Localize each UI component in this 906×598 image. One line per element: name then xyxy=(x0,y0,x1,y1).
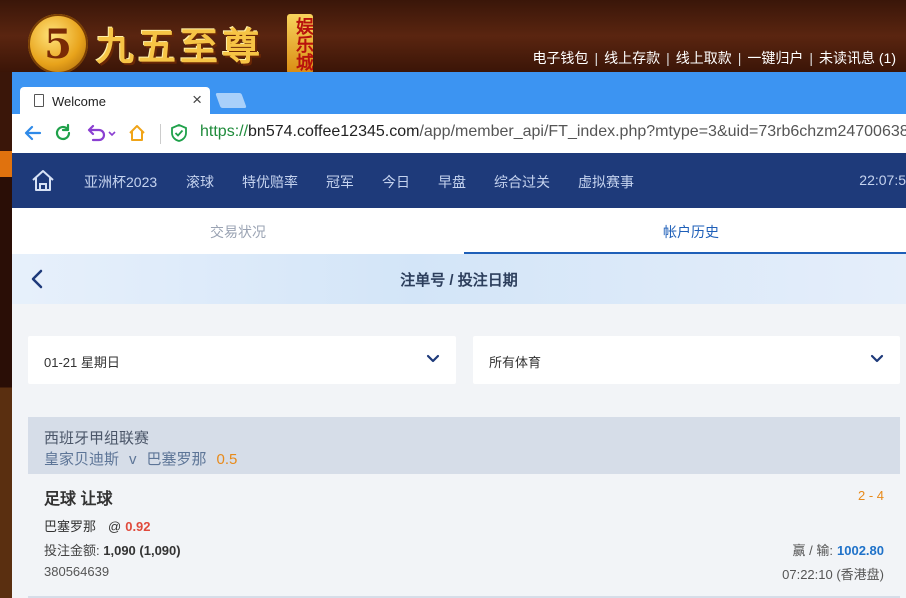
site-sidebar-edge xyxy=(0,72,12,598)
nav-outright[interactable]: 冠军 xyxy=(326,172,354,192)
tab-welcome[interactable]: Welcome × xyxy=(20,87,210,114)
document-icon xyxy=(34,94,44,107)
match-header: 西班牙甲组联赛 皇家贝迪斯 v 巴塞罗那 0.5 xyxy=(28,417,900,474)
stake-label: 投注金额: xyxy=(44,543,100,558)
reload-button[interactable] xyxy=(52,122,74,144)
league-name: 西班牙甲组联赛 xyxy=(44,430,150,447)
undo-button[interactable] xyxy=(84,122,118,144)
tab-strip: Welcome × xyxy=(12,72,906,114)
page-title: 注单号 / 投注日期 xyxy=(400,272,518,289)
date-select[interactable]: 01-21 星期日 xyxy=(28,336,456,384)
tab-transactions[interactable]: 交易状况 xyxy=(210,222,266,242)
separator: | xyxy=(666,50,670,66)
bet-selection: 巴塞罗那 @0.92 xyxy=(44,516,151,535)
stake-amount: 1,090 (1,090) xyxy=(103,543,181,558)
url-protocol: https:// xyxy=(200,123,249,140)
separator: | xyxy=(594,50,599,66)
transfer-all-link[interactable]: 一键归户 xyxy=(747,50,803,66)
tab-title: Welcome xyxy=(52,94,106,109)
logo-badge: 娱乐城 xyxy=(287,14,313,74)
back-button[interactable] xyxy=(22,122,44,144)
url-path: /app/member_api/FT_index.php?mtype=3&uid… xyxy=(419,123,906,140)
nav-best-odds[interactable]: 特优赔率 xyxy=(242,172,298,192)
nav-today[interactable]: 今日 xyxy=(382,172,410,192)
sport-select[interactable]: 所有体育 xyxy=(473,336,900,384)
home-button[interactable] xyxy=(126,122,148,144)
history-tabs: 交易状况 帐户历史 xyxy=(12,208,906,254)
wallet-link[interactable]: 电子钱包 xyxy=(532,50,588,66)
winloss-amount: 1002.80 xyxy=(837,543,884,558)
logo-icon: 5 xyxy=(28,14,88,74)
arrow-left-icon xyxy=(24,125,42,141)
winloss-row: 赢 / 输: 1002.80 xyxy=(793,540,884,559)
home-team: 皇家贝迪斯 xyxy=(44,451,120,468)
chevron-down-icon xyxy=(870,354,884,363)
vs-label: v xyxy=(129,451,137,468)
url-field[interactable]: https://bn574.coffee12345.com/app/member… xyxy=(200,123,906,141)
sportsbook-app: 亚洲杯2023 滚球 特优赔率 冠军 今日 早盘 综合过关 虚拟赛事 22:07… xyxy=(12,153,906,598)
bet-type: 足球 让球 xyxy=(44,491,113,508)
withdraw-link[interactable]: 线上取款 xyxy=(676,50,732,66)
page-header: 注单号 / 投注日期 xyxy=(12,254,906,304)
browser-window: Welcome × https://bn574.coffee12345.com/… xyxy=(12,72,906,598)
new-tab-button[interactable] xyxy=(215,93,247,108)
sport-select-value: 所有体育 xyxy=(489,355,542,370)
winloss-label: 赢 / 输: xyxy=(792,543,833,558)
nav-early[interactable]: 早盘 xyxy=(438,172,466,192)
selection-team: 巴塞罗那 xyxy=(44,519,97,534)
refresh-icon xyxy=(55,123,71,141)
date-select-value: 01-21 星期日 xyxy=(44,355,120,370)
nav-asian-cup[interactable]: 亚洲杯2023 xyxy=(84,172,157,192)
ticket-number: 380564639 xyxy=(44,564,110,579)
home-icon[interactable] xyxy=(30,168,56,194)
nav-virtual[interactable]: 虚拟赛事 xyxy=(578,172,634,192)
handicap-value: 0.5 xyxy=(216,451,238,468)
away-team: 巴塞罗那 xyxy=(146,451,207,468)
tab-account-history[interactable]: 帐户历史 xyxy=(663,222,719,242)
divider xyxy=(160,124,161,144)
separator: | xyxy=(809,50,813,66)
home-icon xyxy=(129,125,145,141)
nav-parlay[interactable]: 综合过关 xyxy=(494,172,550,192)
odds-value: 0.92 xyxy=(125,519,151,534)
shield-icon xyxy=(171,124,187,142)
final-score: 2 - 4 xyxy=(857,488,884,503)
main-nav: 亚洲杯2023 滚球 特优赔率 冠军 今日 早盘 综合过关 虚拟赛事 22:07… xyxy=(12,153,906,208)
deposit-link[interactable]: 线上存款 xyxy=(604,50,660,66)
at-sign: @ xyxy=(108,519,122,534)
separator: | xyxy=(737,50,742,66)
chevron-down-icon xyxy=(426,354,440,363)
logo-text: 九五至尊 xyxy=(96,24,265,69)
casino-header: 5 九五至尊 娱乐城 电子钱包 | 线上存款 | 线上取款 | 一键归户 | 未读讯息 (1) xyxy=(0,0,906,74)
close-icon[interactable]: × xyxy=(192,90,202,110)
url-host: bn574.coffee12345.com xyxy=(248,123,420,140)
bet-record: 足球 让球 2 - 4 巴塞罗那 @0.92 投注金额: 1,090 (1,090… xyxy=(28,474,900,596)
unread-messages-link[interactable]: 未读讯息 (1) xyxy=(819,50,896,66)
undo-icon xyxy=(87,124,116,142)
bet-time: 07:22:10 (香港盘) xyxy=(782,567,884,582)
nav-live[interactable]: 滚球 xyxy=(186,172,214,192)
match-teams: 皇家贝迪斯 v 巴塞罗那 0.5 xyxy=(44,448,237,469)
stake-row: 投注金额: 1,090 (1,090) xyxy=(44,540,181,559)
clock: 22:07:5 xyxy=(859,172,906,188)
address-bar: https://bn574.coffee12345.com/app/member… xyxy=(12,114,906,154)
account-links: 电子钱包 | 线上存款 | 线上取款 | 一键归户 | 未读讯息 (1) xyxy=(532,48,896,68)
